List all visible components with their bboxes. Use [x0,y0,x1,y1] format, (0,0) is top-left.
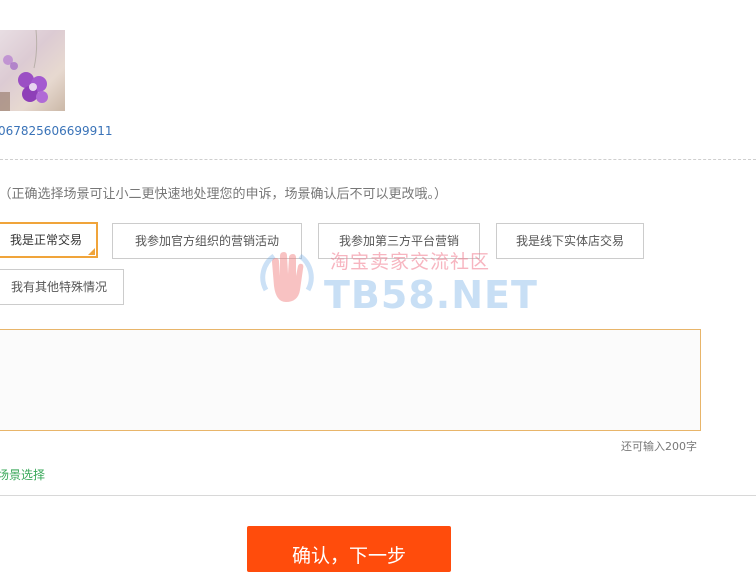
scene-option-label: 我是正常交易 [9,233,82,247]
remaining-chars: 还可输入200字 [621,440,697,453]
scene-option-normal[interactable]: 我是正常交易 [0,222,98,258]
watermark-text-en: TB58.NET [324,273,538,317]
product-thumbnail[interactable] [0,30,65,111]
reselect-scene-link[interactable]: 场景选择 [0,466,45,483]
scene-option-other[interactable]: 我有其他特殊情况 [0,269,124,305]
selected-corner-icon [88,248,95,255]
confirm-next-button[interactable]: 确认，下一步 [247,526,451,572]
scene-option-offline-store[interactable]: 我是线下实体店交易 [496,223,644,259]
flower-pendant-image [0,30,48,111]
description-textarea[interactable] [0,329,701,431]
scene-option-label: 我参加第三方平台营销 [338,234,459,248]
watermark-hand-icon [252,246,322,314]
section-label: ： [0,0,5,13]
divider [0,159,756,160]
scene-title: ：（正确选择场景可让小二更快速地处理您的申诉，场景确认后不可以更改哦。） [0,183,447,202]
scene-option-label: 我是线下实体店交易 [515,234,624,248]
scene-option-label: 我有其他特殊情况 [10,280,107,294]
watermark-text-cn: 淘宝卖家交流社区 [330,251,491,273]
scene-hint: （正确选择场景可让小二更快速地处理您的申诉，场景确认后不可以更改哦。） [5,187,448,202]
divider [0,495,756,496]
order-number-link[interactable]: 067825606699911 [0,124,113,138]
